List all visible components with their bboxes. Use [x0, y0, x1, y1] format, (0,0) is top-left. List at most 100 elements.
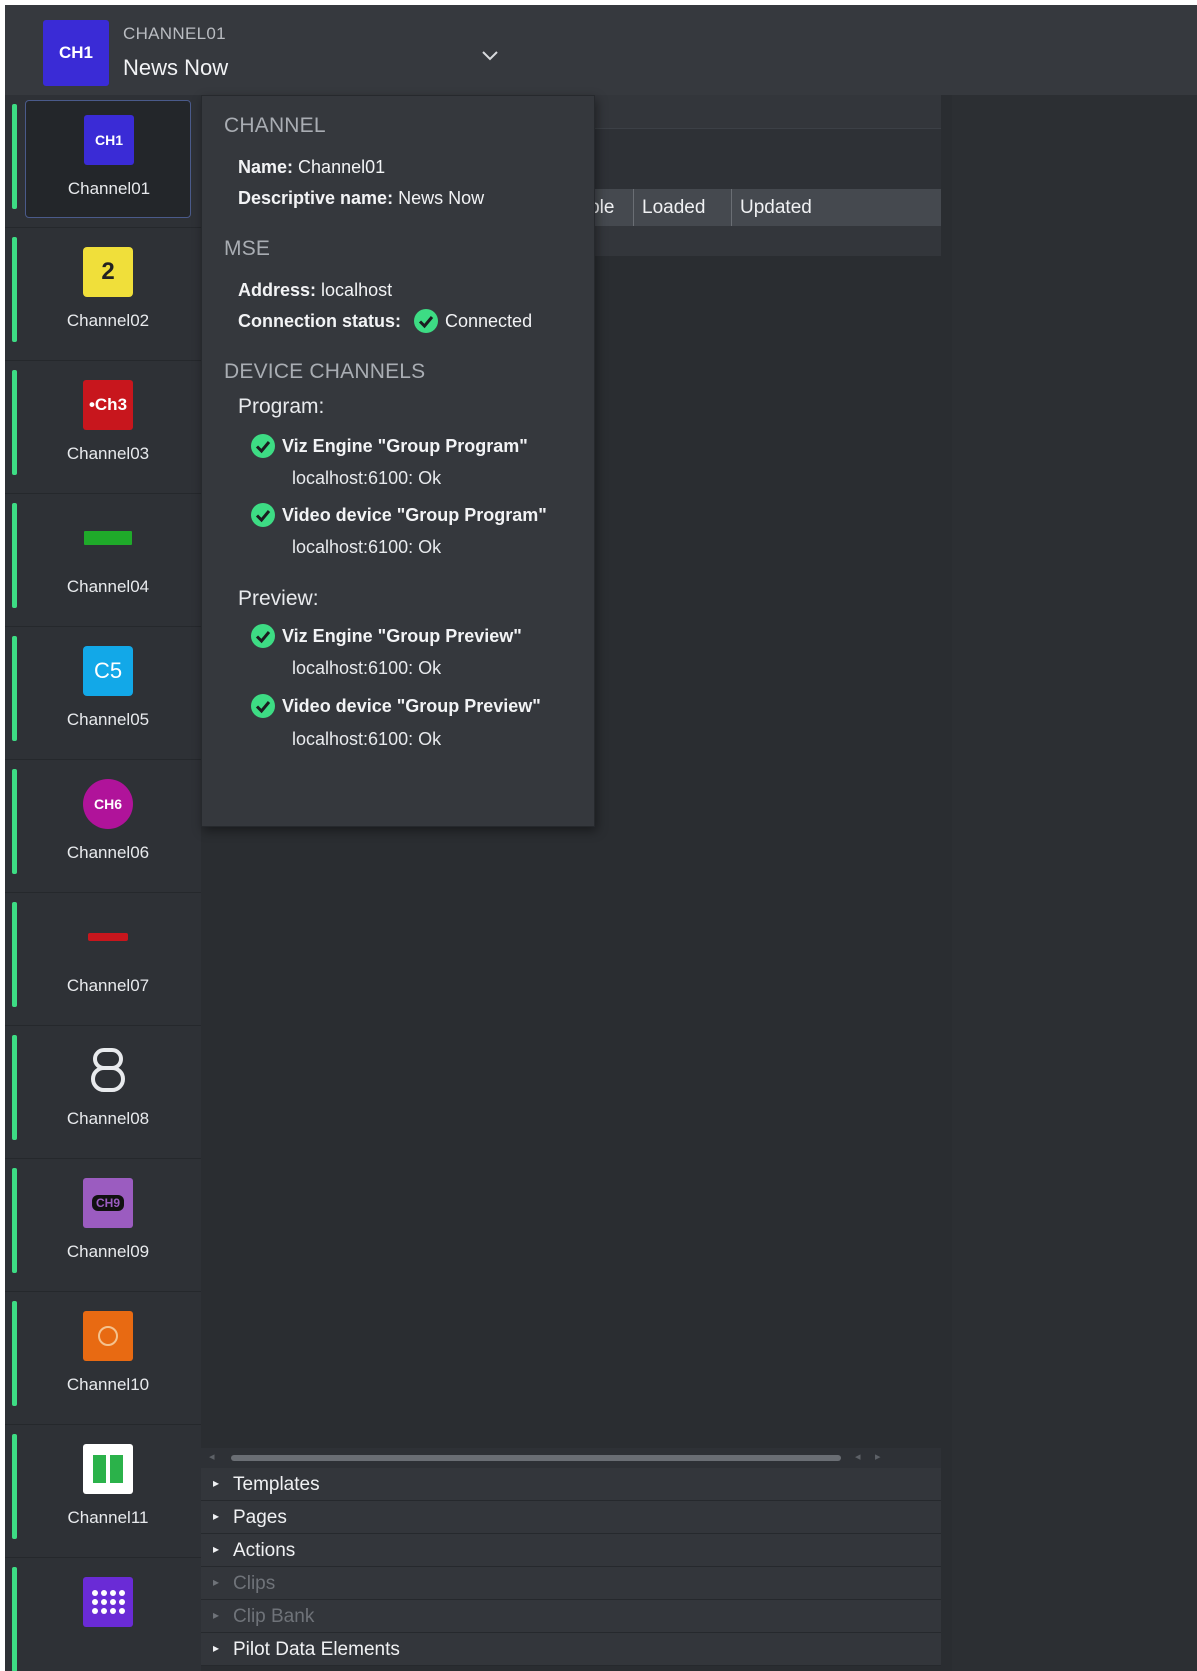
channel-card[interactable]: Channel10 — [25, 1297, 191, 1415]
status-bar — [12, 636, 17, 741]
preview-title: Preview: — [238, 587, 319, 610]
channel-card[interactable]: Channel07 — [25, 898, 191, 1016]
channel-card[interactable]: CH9 Channel09 — [25, 1164, 191, 1282]
section-title-device-channels: DEVICE CHANNELS — [224, 360, 426, 383]
channel-card[interactable]: CH1 Channel01 — [25, 100, 191, 218]
sidebar-item-label: Channel06 — [66, 843, 150, 862]
channel-card[interactable]: Channel11 — [25, 1430, 191, 1548]
ch7-logo-icon — [83, 912, 133, 962]
sidebar-item-label: Channel03 — [66, 444, 150, 463]
section-title-mse: MSE — [224, 237, 271, 260]
sidebar-item-label: Channel09 — [66, 1242, 150, 1261]
device-row: Video device "Group Program" — [250, 502, 547, 528]
status-bar — [12, 1168, 17, 1273]
device-row: Viz Engine "Group Preview" — [250, 623, 522, 649]
sidebar-item-label: Channel05 — [66, 710, 150, 729]
sidebar-item-label: Channel07 — [66, 976, 150, 995]
connection-status-row: Connection status: Connected — [238, 308, 532, 334]
ch10-logo-icon — [83, 1311, 133, 1361]
channel-card[interactable]: C5 Channel05 — [25, 632, 191, 750]
channel-card[interactable]: 2 Channel02 — [25, 233, 191, 351]
channel-name: News Now — [123, 55, 229, 80]
device-status: localhost:6100: Ok — [292, 729, 442, 749]
channel-code: CHANNEL01 — [123, 24, 226, 43]
ch9-logo-icon: CH9 — [83, 1178, 133, 1228]
accordion-templates[interactable]: ▸ Templates — [201, 1468, 941, 1501]
sidebar-item-label: Channel08 — [66, 1109, 150, 1128]
descriptive-name-row: Descriptive name: News Now — [238, 188, 485, 208]
app-window: CH1 CHANNEL01 News Now CH1 Channel01 2 C… — [5, 5, 1197, 1671]
scroll-left-icon[interactable]: ◂ — [855, 1450, 861, 1463]
expand-arrow-icon: ▸ — [213, 1575, 220, 1589]
sidebar-item-label: Channel04 — [66, 577, 150, 596]
ch1-logo-icon: CH1 — [84, 115, 134, 165]
sidebar-item-channel12[interactable] — [5, 1558, 201, 1671]
status-bar — [12, 237, 17, 342]
expand-arrow-icon: ▸ — [213, 1509, 220, 1523]
channel-card[interactable]: •Ch3 Channel03 — [25, 366, 191, 484]
sidebar-item-channel05[interactable]: C5 Channel05 — [5, 627, 201, 760]
sidebar-item-channel07[interactable]: Channel07 — [5, 893, 201, 1026]
ch5-logo-icon: C5 — [83, 646, 133, 696]
check-circle-icon — [414, 309, 439, 333]
expand-arrow-icon: ▸ — [213, 1542, 220, 1556]
scroll-right-icon[interactable]: ▸ — [875, 1450, 881, 1463]
channel-card[interactable]: Channel08 — [25, 1031, 191, 1149]
channel-card[interactable]: Channel04 — [25, 499, 191, 617]
section-title-channel: CHANNEL — [224, 114, 326, 137]
expand-arrow-icon: ▸ — [213, 1608, 220, 1622]
device-row: Viz Engine "Group Program" — [250, 433, 528, 459]
check-circle-icon — [251, 694, 275, 718]
status-bar — [12, 769, 17, 874]
sidebar-item-channel02[interactable]: 2 Channel02 — [5, 228, 201, 361]
ch4-logo-icon — [83, 513, 133, 563]
device-status: localhost:6100: Ok — [292, 537, 442, 557]
horizontal-scrollbar[interactable]: ◂ ◂ ▸ — [201, 1448, 941, 1468]
column-updated[interactable]: Updated — [731, 189, 941, 226]
scroll-left-icon[interactable]: ◂ — [209, 1450, 215, 1463]
expand-arrow-icon: ▸ — [213, 1476, 220, 1490]
channel-card[interactable]: CH6 Channel06 — [25, 765, 191, 883]
check-circle-icon — [251, 624, 275, 648]
sidebar-item-channel10[interactable]: Channel10 — [5, 1292, 201, 1425]
status-bar — [12, 104, 17, 209]
ch12-logo-icon — [83, 1577, 133, 1627]
device-status: localhost:6100: Ok — [292, 658, 442, 678]
right-pane — [952, 95, 1197, 1671]
accordion-pages[interactable]: ▸ Pages — [201, 1501, 941, 1534]
accordion-pilot-data-elements[interactable]: ▸ Pilot Data Elements — [201, 1633, 941, 1666]
sidebar-item-channel08[interactable]: Channel08 — [5, 1026, 201, 1159]
sidebar-item-label: Channel10 — [66, 1375, 150, 1394]
sidebar-item-label: Channel02 — [66, 311, 150, 330]
accordion-clip-bank[interactable]: ▸ Clip Bank — [201, 1600, 941, 1633]
sidebar-item-channel11[interactable]: Channel11 — [5, 1425, 201, 1558]
status-bar — [12, 1301, 17, 1406]
device-row: Video device "Group Preview" — [250, 693, 541, 719]
ch8-logo-icon — [83, 1045, 133, 1095]
scroll-thumb[interactable] — [231, 1455, 841, 1461]
column-loaded[interactable]: Loaded — [633, 189, 731, 226]
channel-info-tooltip: CHANNEL Name: Channel01 Descriptive name… — [201, 95, 595, 827]
sidebar-item-channel04[interactable]: Channel04 — [5, 494, 201, 627]
channel-name-row: Name: Channel01 — [238, 157, 386, 177]
channel-sidebar: CH1 Channel01 2 Channel02 •Ch3 Channel03 — [5, 95, 201, 1671]
sidebar-item-channel01[interactable]: CH1 Channel01 — [5, 95, 201, 228]
address-row: Address: localhost — [238, 280, 393, 300]
device-status: localhost:6100: Ok — [292, 468, 442, 488]
check-circle-icon — [251, 503, 275, 527]
sidebar-item-channel06[interactable]: CH6 Channel06 — [5, 760, 201, 893]
accordion-actions[interactable]: ▸ Actions — [201, 1534, 941, 1567]
ch6-logo-icon: CH6 — [83, 779, 133, 829]
sidebar-item-channel03[interactable]: •Ch3 Channel03 — [5, 361, 201, 494]
channel-card[interactable] — [25, 1563, 191, 1671]
ch3-logo-icon: •Ch3 — [83, 380, 133, 430]
accordion-clips[interactable]: ▸ Clips — [201, 1567, 941, 1600]
channel-header: CH1 CHANNEL01 News Now — [5, 5, 1197, 95]
check-circle-icon — [251, 434, 275, 458]
sidebar-item-channel09[interactable]: CH9 Channel09 — [5, 1159, 201, 1292]
expand-arrow-icon: ▸ — [213, 1641, 220, 1655]
status-bar — [12, 503, 17, 608]
chevron-down-icon[interactable] — [478, 45, 502, 65]
ch2-logo-icon: 2 — [83, 247, 133, 297]
status-bar — [12, 370, 17, 475]
